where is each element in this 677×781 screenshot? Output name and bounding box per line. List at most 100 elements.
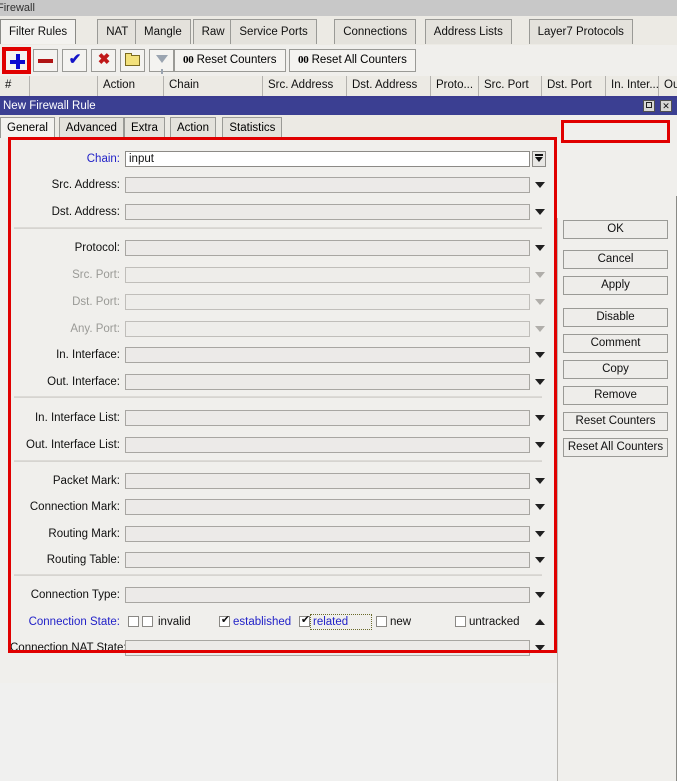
firewall-tab-filter-rules[interactable]: Filter Rules xyxy=(0,19,77,44)
chevron-down-icon[interactable] xyxy=(532,151,546,167)
firewall-tab-raw[interactable]: Raw xyxy=(192,19,234,44)
dialog-tab-extra[interactable]: Extra xyxy=(124,117,165,138)
disable-rule-button[interactable]: ✖ xyxy=(91,49,116,72)
connection-state-checkbox-related[interactable] xyxy=(299,613,311,627)
chevron-down-icon[interactable] xyxy=(535,352,545,358)
chevron-down-icon[interactable] xyxy=(535,531,545,537)
comment-button[interactable]: Comment xyxy=(563,334,668,353)
firewall-tab-address-lists[interactable]: Address Lists xyxy=(424,19,512,44)
field-label-routing-table: Routing Table: xyxy=(46,554,120,566)
firewall-tab-layer7-protocols[interactable]: Layer7 Protocols xyxy=(528,19,633,44)
reset-all-counters-prefix: 00 xyxy=(298,54,309,66)
column-header-out-int-[interactable]: Out. Int... xyxy=(659,76,677,96)
field-input-packet-mark[interactable] xyxy=(125,473,530,489)
ok-button[interactable]: OK xyxy=(563,220,668,239)
connection-state-label-invalid[interactable]: invalid xyxy=(158,616,191,629)
chevron-up-icon[interactable] xyxy=(535,619,545,625)
connection-state-label-untracked[interactable]: untracked xyxy=(469,616,520,629)
field-label-connection-nat-state: Connection NAT State: xyxy=(10,642,127,654)
apply-button[interactable]: Apply xyxy=(563,276,668,295)
connection-state-checkbox-established[interactable] xyxy=(219,613,231,627)
chevron-down-icon[interactable] xyxy=(535,182,545,188)
field-input-out-interface[interactable] xyxy=(125,374,530,390)
remove-rule-button[interactable] xyxy=(33,49,58,72)
general-tab-form: Chain: input Src. Address: Dst. Address: Pro… xyxy=(10,139,555,679)
connection-state-negate-checkbox-invalid[interactable] xyxy=(128,616,139,627)
enable-rule-button[interactable]: ✔ xyxy=(62,49,87,72)
connection-state-checkbox-invalid[interactable] xyxy=(142,616,153,627)
column-header-action[interactable]: Action xyxy=(98,76,164,96)
dialog-tab-general[interactable]: General xyxy=(0,117,55,138)
chevron-down-icon[interactable] xyxy=(535,209,545,215)
field-input-in-interface[interactable] xyxy=(125,347,530,363)
field-input-chain[interactable]: input xyxy=(125,151,530,167)
column-header[interactable] xyxy=(30,76,98,96)
firewall-tab-mangle[interactable]: Mangle xyxy=(135,19,191,44)
field-group-separator xyxy=(14,396,542,398)
field-input-connection-nat-state[interactable] xyxy=(125,640,530,656)
firewall-tab-service-ports[interactable]: Service Ports xyxy=(230,19,317,44)
reset-counters-button[interactable]: 00 Reset Counters xyxy=(174,49,286,72)
reset-all-counters-button[interactable]: Reset All Counters xyxy=(563,438,668,457)
field-input-routing-mark[interactable] xyxy=(125,526,530,542)
column-header-dst-port[interactable]: Dst. Port xyxy=(542,76,606,96)
chevron-down-icon[interactable] xyxy=(535,415,545,421)
field-group-separator xyxy=(14,460,542,462)
reset-counters-prefix: 00 xyxy=(183,54,194,66)
chevron-down-icon[interactable] xyxy=(535,442,545,448)
column-header-src-address[interactable]: Src. Address xyxy=(263,76,347,96)
dialog-tabstrip[interactable]: General Advanced Extra Action Statistics xyxy=(0,115,560,138)
connection-state-label-established[interactable]: established xyxy=(233,616,291,629)
chevron-down-icon[interactable] xyxy=(535,379,545,385)
reset-all-counters-button[interactable]: 00 Reset All Counters xyxy=(289,49,416,72)
field-input-connection-mark[interactable] xyxy=(125,499,530,515)
filter-button[interactable] xyxy=(149,49,174,74)
comment-button[interactable] xyxy=(120,49,145,72)
dialog-tab-advanced[interactable]: Advanced xyxy=(58,117,124,138)
copy-button[interactable]: Copy xyxy=(563,360,668,379)
field-label-src-port: Src. Port: xyxy=(72,269,120,281)
remove-button[interactable]: Remove xyxy=(563,386,668,405)
column-header-proto-[interactable]: Proto... xyxy=(431,76,479,96)
field-input-out-interface-list[interactable] xyxy=(125,437,530,453)
reset-counters-button[interactable]: Reset Counters xyxy=(563,412,668,431)
chevron-down-icon[interactable] xyxy=(535,504,545,510)
connection-state-checkbox-new[interactable] xyxy=(376,616,387,627)
firewall-tabstrip[interactable]: Filter Rules NAT Mangle Raw Service Ports Con… xyxy=(0,16,677,46)
column-header-src-port[interactable]: Src. Port xyxy=(479,76,542,96)
chevron-down-icon[interactable] xyxy=(535,245,545,251)
field-input-src-address[interactable] xyxy=(125,177,530,193)
field-input-routing-table[interactable] xyxy=(125,552,530,568)
connection-state-checkbox-untracked[interactable] xyxy=(455,616,466,627)
maximize-icon[interactable] xyxy=(643,100,655,112)
field-input-in-interface-list[interactable] xyxy=(125,410,530,426)
dialog-tab-statistics[interactable]: Statistics xyxy=(222,117,283,138)
firewall-tab-connections[interactable]: Connections xyxy=(334,19,417,44)
field-input-protocol[interactable] xyxy=(125,240,530,256)
disable-button[interactable]: Disable xyxy=(563,308,668,327)
column-header-dst-address[interactable]: Dst. Address xyxy=(347,76,431,96)
chevron-down-icon[interactable] xyxy=(535,592,545,598)
field-label-out-interface-list: Out. Interface List: xyxy=(26,439,120,451)
column-header--[interactable]: # xyxy=(0,76,30,96)
field-input-dst-address[interactable] xyxy=(125,204,530,220)
chevron-down-icon[interactable] xyxy=(535,478,545,484)
plus-icon xyxy=(6,51,27,70)
dialog-button-panel: OK Cancel Apply Disable Comment Copy Remove Res… xyxy=(558,216,677,781)
cross-icon: ✖ xyxy=(97,51,111,68)
chevron-down-icon[interactable] xyxy=(535,645,545,651)
column-header-in-inter-[interactable]: In. Inter... xyxy=(606,76,659,96)
cancel-button[interactable]: Cancel xyxy=(563,250,668,269)
add-rule-button[interactable] xyxy=(4,49,29,72)
field-input-connection-type[interactable] xyxy=(125,587,530,603)
field-label-connection-state: Connection State: xyxy=(28,616,120,628)
winbox-firewall-window: Firewall Filter Rules NAT Mangle Raw Service… xyxy=(0,0,677,781)
chevron-down-icon[interactable] xyxy=(535,557,545,563)
dialog-tab-action[interactable]: Action xyxy=(170,117,216,138)
column-header-chain[interactable]: Chain xyxy=(164,76,263,96)
close-icon[interactable]: ✕ xyxy=(660,100,672,112)
field-label-routing-mark: Routing Mark: xyxy=(48,528,120,540)
minus-icon xyxy=(34,50,57,71)
connection-state-label-new[interactable]: new xyxy=(390,616,411,629)
firewall-tab-nat[interactable]: NAT xyxy=(97,19,138,44)
